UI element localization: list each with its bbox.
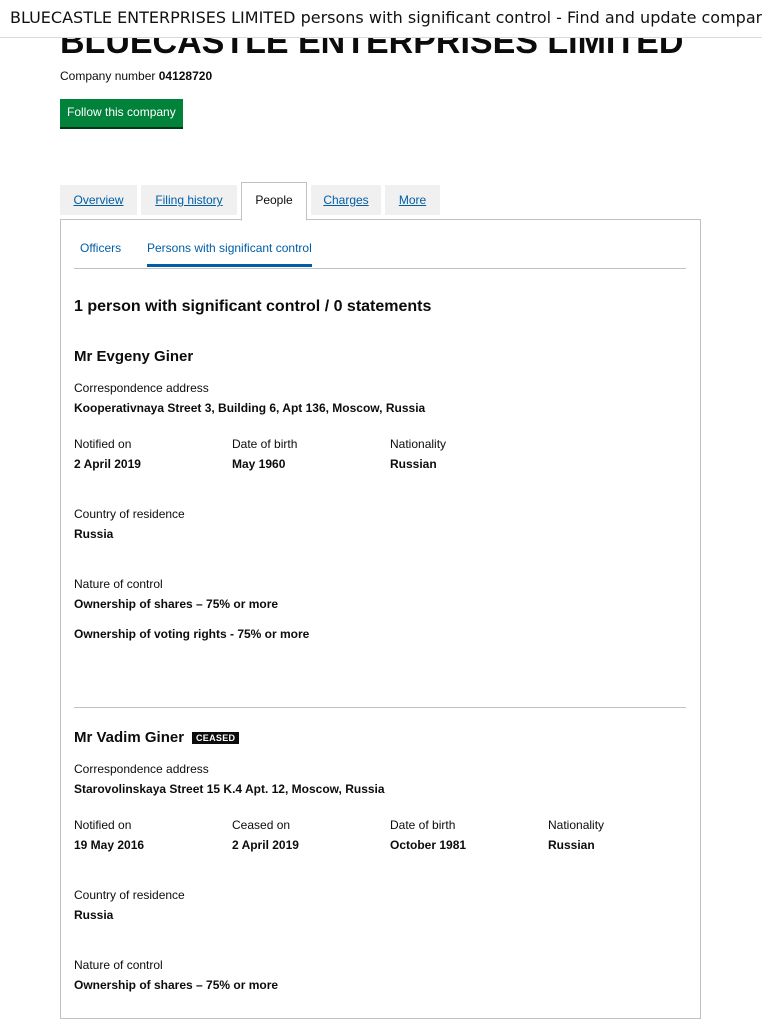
address-label: Correspondence address	[74, 762, 209, 776]
people-panel: Officers Persons with significant contro…	[60, 219, 701, 1019]
nationality-value: Russian	[548, 838, 595, 852]
window-title-bar: BLUECASTLE ENTERPRISES LIMITED persons w…	[0, 0, 762, 38]
notified-label: Notified on	[74, 437, 132, 451]
company-number-label: Company number	[60, 69, 156, 83]
ceased-badge: CEASED	[192, 732, 240, 744]
ceased-value: 2 April 2019	[232, 838, 299, 852]
company-tabs: Overview Filing history People Charges M…	[60, 182, 701, 221]
window-title: BLUECASTLE ENTERPRISES LIMITED persons w…	[10, 8, 762, 27]
address-value: Kooperativnaya Street 3, Building 6, Apt…	[74, 401, 426, 415]
address-label: Correspondence address	[74, 381, 209, 395]
residence-label: Country of residence	[74, 507, 185, 521]
subtab-psc[interactable]: Persons with significant control	[147, 241, 312, 267]
address-value: Starovolinskaya Street 15 K.4 Apt. 12, M…	[74, 782, 385, 796]
tab-people[interactable]: People	[241, 182, 307, 221]
residence-value: Russia	[74, 527, 114, 541]
residence-label: Country of residence	[74, 888, 185, 902]
control-value: Ownership of shares – 75% or more	[74, 978, 279, 992]
section-divider	[74, 707, 686, 708]
company-number-line: Company number 04128720	[60, 69, 212, 83]
people-subnav: Officers Persons with significant contro…	[74, 236, 686, 269]
dob-value: October 1981	[390, 838, 467, 852]
tab-more[interactable]: More	[385, 185, 440, 215]
notified-value: 19 May 2016	[74, 838, 145, 852]
control-label: Nature of control	[74, 958, 163, 972]
dob-label: Date of birth	[390, 818, 456, 832]
control-label: Nature of control	[74, 577, 163, 591]
notified-label: Notified on	[74, 818, 132, 832]
residence-value: Russia	[74, 908, 114, 922]
dob-value: May 1960	[232, 457, 286, 471]
company-number: 04128720	[158, 69, 213, 83]
psc-summary: 1 person with significant control / 0 st…	[74, 298, 432, 315]
ceased-label: Ceased on	[232, 818, 291, 832]
tab-charges[interactable]: Charges	[311, 185, 381, 215]
person-name[interactable]: Mr Vadim Giner	[74, 729, 184, 746]
nationality-value: Russian	[390, 457, 437, 471]
dob-label: Date of birth	[232, 437, 298, 451]
subtab-officers[interactable]: Officers	[80, 241, 121, 255]
control-value: Ownership of shares – 75% or more	[74, 597, 279, 611]
nationality-label: Nationality	[548, 818, 605, 832]
nationality-label: Nationality	[390, 437, 447, 451]
tab-overview[interactable]: Overview	[60, 185, 137, 215]
control-value: Ownership of voting rights - 75% or more	[74, 627, 310, 641]
notified-value: 2 April 2019	[74, 457, 141, 471]
tab-filing-history[interactable]: Filing history	[141, 185, 237, 215]
follow-company-button[interactable]: Follow this company	[60, 99, 183, 127]
person-name[interactable]: Mr Evgeny Giner	[74, 348, 193, 365]
